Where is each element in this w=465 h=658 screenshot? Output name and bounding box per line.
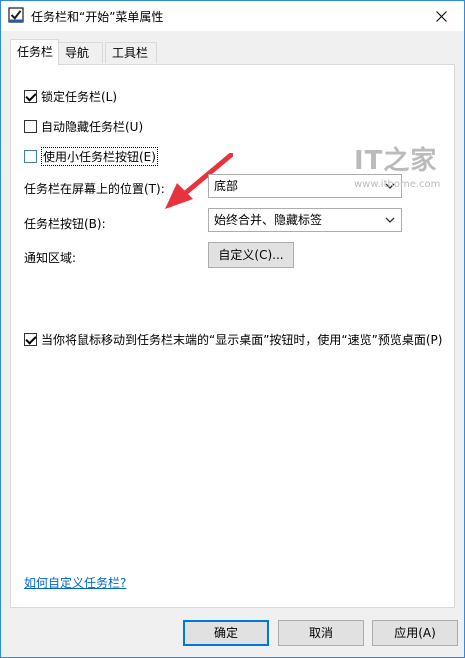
buttons-label-row: 任务栏按钮(B):	[24, 215, 106, 232]
title-bar: 任务栏和“开始”菜单属性	[1, 1, 464, 31]
small-buttons-option[interactable]: 使用小任务栏按钮(E)	[24, 147, 158, 166]
cancel-button[interactable]: 取消	[278, 620, 364, 646]
lock-taskbar-checkbox[interactable]	[24, 90, 37, 103]
ok-button[interactable]: 确定	[183, 620, 269, 646]
tab-navigation-label: 导航	[65, 46, 90, 60]
peek-checkbox[interactable]	[24, 333, 37, 346]
peek-option[interactable]: 当你将鼠标移动到任务栏末端的“显示桌面”按钮时，使用“速览”预览桌面(P)	[24, 331, 442, 348]
customize-button-label: 自定义(C)...	[218, 248, 284, 262]
customize-notification-button[interactable]: 自定义(C)...	[208, 242, 294, 268]
lock-taskbar-option[interactable]: 锁定任务栏(L)	[24, 88, 117, 105]
window-title: 任务栏和“开始”菜单属性	[31, 10, 164, 24]
tab-toolbars[interactable]: 工具栏	[105, 42, 157, 63]
position-value: 底部	[214, 179, 239, 193]
tab-navigation[interactable]: 导航	[58, 42, 103, 63]
apply-button[interactable]: 应用(A)	[372, 620, 458, 646]
watermark: IT之家 www.ithome.com	[354, 140, 454, 190]
taskbar-buttons-label: 任务栏按钮(B):	[24, 217, 106, 231]
help-link[interactable]: 如何自定义任务栏?	[24, 574, 126, 591]
position-label-row: 任务栏在屏幕上的位置(T):	[24, 180, 165, 197]
small-buttons-checkbox[interactable]	[24, 150, 37, 163]
close-button[interactable]	[418, 1, 464, 31]
taskbar-buttons-select[interactable]: 始终合并、隐藏标签	[208, 208, 402, 232]
taskbar-buttons-value: 始终合并、隐藏标签	[214, 213, 323, 227]
tab-taskbar[interactable]: 任务栏	[10, 39, 59, 65]
peek-label: 当你将鼠标移动到任务栏末端的“显示桌面”按钮时，使用“速览”预览桌面(P)	[41, 333, 443, 347]
tab-taskbar-label: 任务栏	[17, 45, 54, 59]
watermark-logo: IT之家	[354, 146, 438, 176]
close-icon	[435, 10, 447, 22]
auto-hide-option[interactable]: 自动隐藏任务栏(U)	[24, 118, 143, 135]
auto-hide-checkbox[interactable]	[24, 120, 37, 133]
small-buttons-label: 使用小任务栏按钮(E)	[41, 147, 158, 166]
window-app-icon	[8, 7, 24, 23]
cancel-button-label: 取消	[308, 626, 333, 640]
taskbar-tab-panel: 锁定任务栏(L) 自动隐藏任务栏(U) 使用小任务栏按钮(E) 任务栏在屏幕上的…	[10, 64, 455, 608]
auto-hide-label: 自动隐藏任务栏(U)	[41, 120, 144, 134]
properties-window: 任务栏和“开始”菜单属性 任务栏 导航 工具栏 锁定任务栏(L) 自动隐藏任务栏…	[0, 0, 465, 658]
notification-area-label: 通知区域:	[24, 251, 77, 265]
tab-strip: 任务栏 导航 工具栏	[1, 31, 464, 65]
notification-label-row: 通知区域:	[24, 249, 76, 266]
lock-taskbar-label: 锁定任务栏(L)	[41, 90, 118, 104]
ok-button-label: 确定	[213, 626, 238, 640]
watermark-url: www.ithome.com	[354, 179, 441, 190]
apply-button-label: 应用(A)	[394, 626, 436, 640]
position-label: 任务栏在屏幕上的位置(T):	[24, 182, 165, 196]
tab-toolbars-label: 工具栏	[112, 46, 149, 60]
chevron-down-icon	[385, 217, 395, 223]
